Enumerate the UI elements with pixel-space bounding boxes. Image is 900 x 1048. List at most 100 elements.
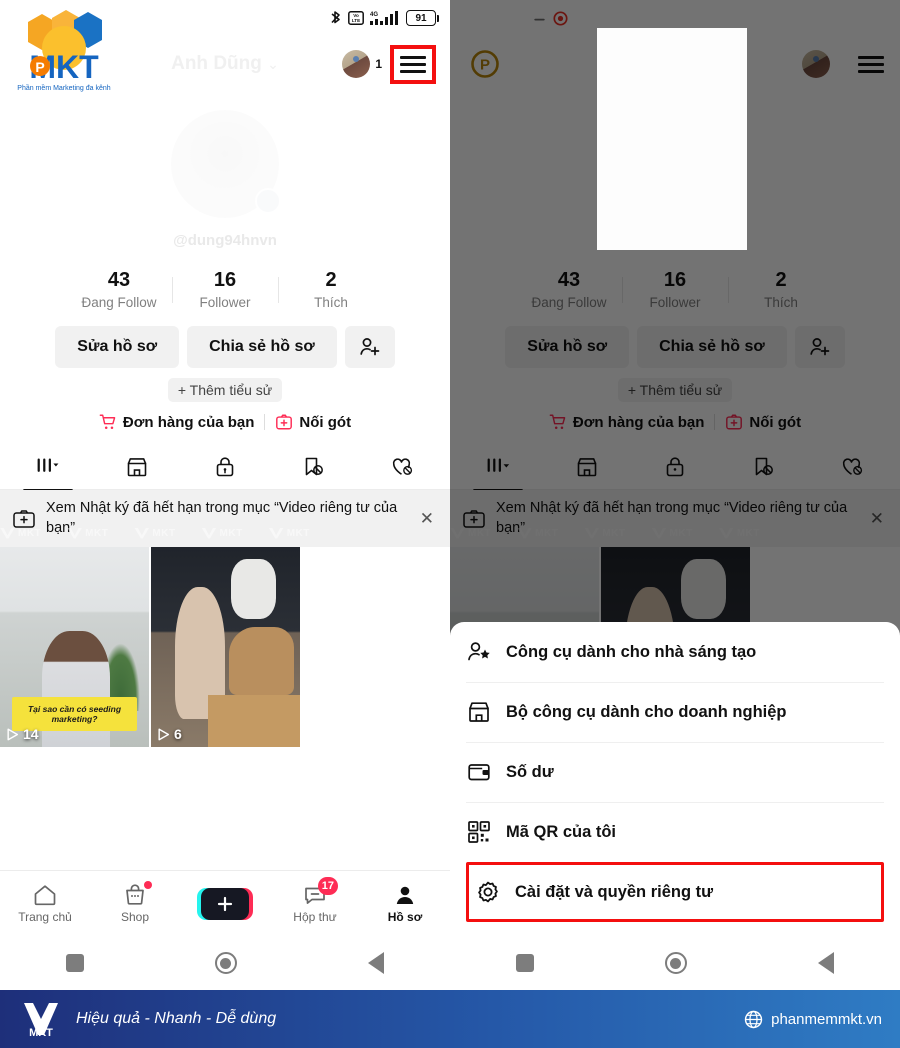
- video-thumbnail[interactable]: 6: [151, 547, 300, 748]
- tab-private[interactable]: [631, 445, 719, 489]
- recents-square-icon[interactable]: [515, 954, 534, 972]
- tab-liked[interactable]: [358, 445, 446, 489]
- camera-plus-icon: [12, 508, 36, 530]
- plus-circle-icon[interactable]: [255, 188, 281, 214]
- video-thumbnail[interactable]: Tại sao cần có seeding marketing? 14: [0, 547, 149, 748]
- back-triangle-icon[interactable]: [368, 952, 385, 974]
- tab-liked[interactable]: [808, 445, 896, 489]
- close-icon[interactable]: ✕: [416, 509, 438, 529]
- left-expiry-banner: Xem Nhật ký đã hết hạn trong mục “Video …: [0, 490, 450, 548]
- edit-profile-button[interactable]: Sửa hồ sơ: [55, 326, 180, 368]
- menu-item-creator-tools[interactable]: Công cụ dành cho nhà sáng tạo: [466, 622, 884, 682]
- do-not-disturb-icon: [532, 11, 547, 26]
- profile-actions: Sửa hồ sơ Chia sẻ hồ sơ: [0, 326, 450, 368]
- profile-handle: @dung94hnvn: [173, 232, 277, 249]
- back-triangle-icon[interactable]: [818, 952, 835, 974]
- menu-item-business-suite[interactable]: Bộ công cụ dành cho doanh nghiệp: [466, 682, 884, 742]
- home-circle-icon[interactable]: [214, 952, 237, 974]
- stat-likes[interactable]: 2 Thích: [729, 269, 834, 310]
- nav-create[interactable]: [180, 887, 270, 920]
- shop-notification-dot: [144, 881, 152, 889]
- globe-icon: [744, 1010, 763, 1029]
- share-profile-button[interactable]: Chia sẻ hồ sơ: [637, 326, 787, 368]
- nav-profile[interactable]: Hồ sơ: [360, 883, 450, 924]
- divider: [714, 414, 716, 430]
- profile-actions: Sửa hồ sơ Chia sẻ hồ sơ: [450, 326, 900, 368]
- close-icon[interactable]: ✕: [866, 509, 888, 529]
- add-friend-button[interactable]: [344, 326, 395, 368]
- clock-time: 17:16: [464, 9, 504, 27]
- add-friend-button[interactable]: [794, 326, 845, 368]
- create-plus-icon[interactable]: [197, 887, 253, 920]
- mkt-footer-logo: MKT: [18, 999, 64, 1039]
- account-menu-sheet: Công cụ dành cho nhà sáng tạo Bộ công cụ…: [450, 622, 900, 936]
- follow-link[interactable]: Nối gót: [725, 413, 801, 431]
- signal-bars-icon: 4G: [370, 10, 400, 26]
- orders-link[interactable]: Đơn hàng của bạn: [549, 413, 704, 431]
- alarm-icon: [510, 10, 526, 26]
- avatar-badge: 1: [375, 57, 382, 71]
- tab-saved[interactable]: [719, 445, 807, 489]
- wallet-balance-icon: [466, 759, 492, 785]
- stat-following[interactable]: 43 Đang Follow: [517, 269, 622, 310]
- banner-text: Xem Nhật ký đã hết hạn trong mục “Video …: [46, 500, 398, 536]
- left-bottom-nav: Trang chủ Shop 17 Hộp thư Hồ sơ: [0, 870, 450, 936]
- stat-followers[interactable]: 16 Follower: [623, 269, 728, 310]
- left-phone-panel: Vo LTE 4G 91 Anh Dũng ⌄ 1 @dung94hnvn 43…: [0, 0, 450, 990]
- avatar[interactable]: [802, 50, 831, 78]
- follow-link[interactable]: Nối gót: [275, 413, 351, 431]
- camera-plus-icon: [462, 508, 486, 530]
- recents-square-icon[interactable]: [65, 954, 84, 972]
- tab-private[interactable]: [181, 445, 269, 489]
- tab-posts[interactable]: [454, 445, 542, 489]
- chevron-down-icon[interactable]: ⌄: [267, 56, 279, 72]
- profile-avatar[interactable]: [171, 110, 281, 218]
- stat-followers[interactable]: 16 Follower: [173, 269, 278, 310]
- profile-quick-links: Đơn hàng của bạn Nối gót: [450, 413, 900, 431]
- add-bio-button[interactable]: + Thêm tiểu sử: [617, 378, 733, 402]
- record-icon: [553, 10, 568, 26]
- mkt-logo-tagline: Phần mềm Marketing đa kênh: [17, 83, 110, 92]
- footer-website[interactable]: phanmemmkt.vn: [744, 1010, 882, 1029]
- svg-text:MKT: MKT: [29, 1027, 53, 1039]
- menu-item-settings-privacy[interactable]: Cài đặt và quyền riêng tư: [466, 862, 884, 922]
- stat-following[interactable]: 43 Đang Follow: [67, 269, 172, 310]
- svg-text:LTE: LTE: [352, 18, 360, 23]
- left-android-nav: [0, 936, 450, 990]
- menu-item-balance[interactable]: Số dư: [466, 742, 884, 802]
- tab-saved[interactable]: [269, 445, 357, 489]
- avatar-badge: 1: [835, 57, 842, 71]
- avatar[interactable]: [342, 50, 371, 78]
- nav-inbox[interactable]: 17 Hộp thư: [270, 877, 360, 924]
- add-bio-button[interactable]: + Thêm tiểu sử: [167, 378, 283, 402]
- banner-text: Xem Nhật ký đã hết hạn trong mục “Video …: [496, 500, 848, 536]
- edit-profile-button[interactable]: Sửa hồ sơ: [505, 326, 630, 368]
- menu-item-my-qr[interactable]: Mã QR của tôi: [466, 802, 884, 862]
- right-android-nav: [450, 936, 900, 990]
- tab-shop[interactable]: [92, 445, 180, 489]
- profile-stats: 43 Đang Follow 16 Follower 2 Thích: [0, 269, 450, 310]
- hamburger-menu-icon[interactable]: [856, 52, 886, 77]
- share-profile-button[interactable]: Chia sẻ hồ sơ: [187, 326, 337, 368]
- nav-shop[interactable]: Shop: [90, 881, 180, 924]
- profile-quick-links: Đơn hàng của bạn Nối gót: [0, 413, 450, 431]
- battery-indicator: 91: [856, 10, 889, 26]
- video-play-count: 14: [6, 726, 39, 742]
- volte-icon: Vo LTE: [348, 11, 364, 25]
- home-circle-icon[interactable]: [664, 952, 687, 974]
- orders-link[interactable]: Đơn hàng của bạn: [99, 413, 254, 431]
- nav-home[interactable]: Trang chủ: [0, 883, 90, 924]
- profile-stats: 43 Đang Follow 16 Follower 2 Thích: [450, 269, 900, 310]
- gear-settings-icon: [475, 879, 501, 905]
- hamburger-menu-icon[interactable]: [398, 52, 428, 77]
- tab-posts[interactable]: [4, 445, 92, 489]
- tab-shop[interactable]: [542, 445, 630, 489]
- left-video-grid: Tại sao cần có seeding marketing? 14 6: [0, 547, 450, 748]
- left-profile-block: @dung94hnvn 43 Đang Follow 16 Follower 2…: [0, 92, 450, 431]
- stat-likes[interactable]: 2 Thích: [279, 269, 384, 310]
- menu-highlight-box: [390, 44, 436, 84]
- divider: [264, 414, 266, 430]
- footer-slogan: Hiệu quả - Nhanh - Dễ dùng: [76, 1010, 277, 1027]
- right-profile-tabs: [450, 445, 900, 489]
- svg-text:P: P: [35, 59, 44, 75]
